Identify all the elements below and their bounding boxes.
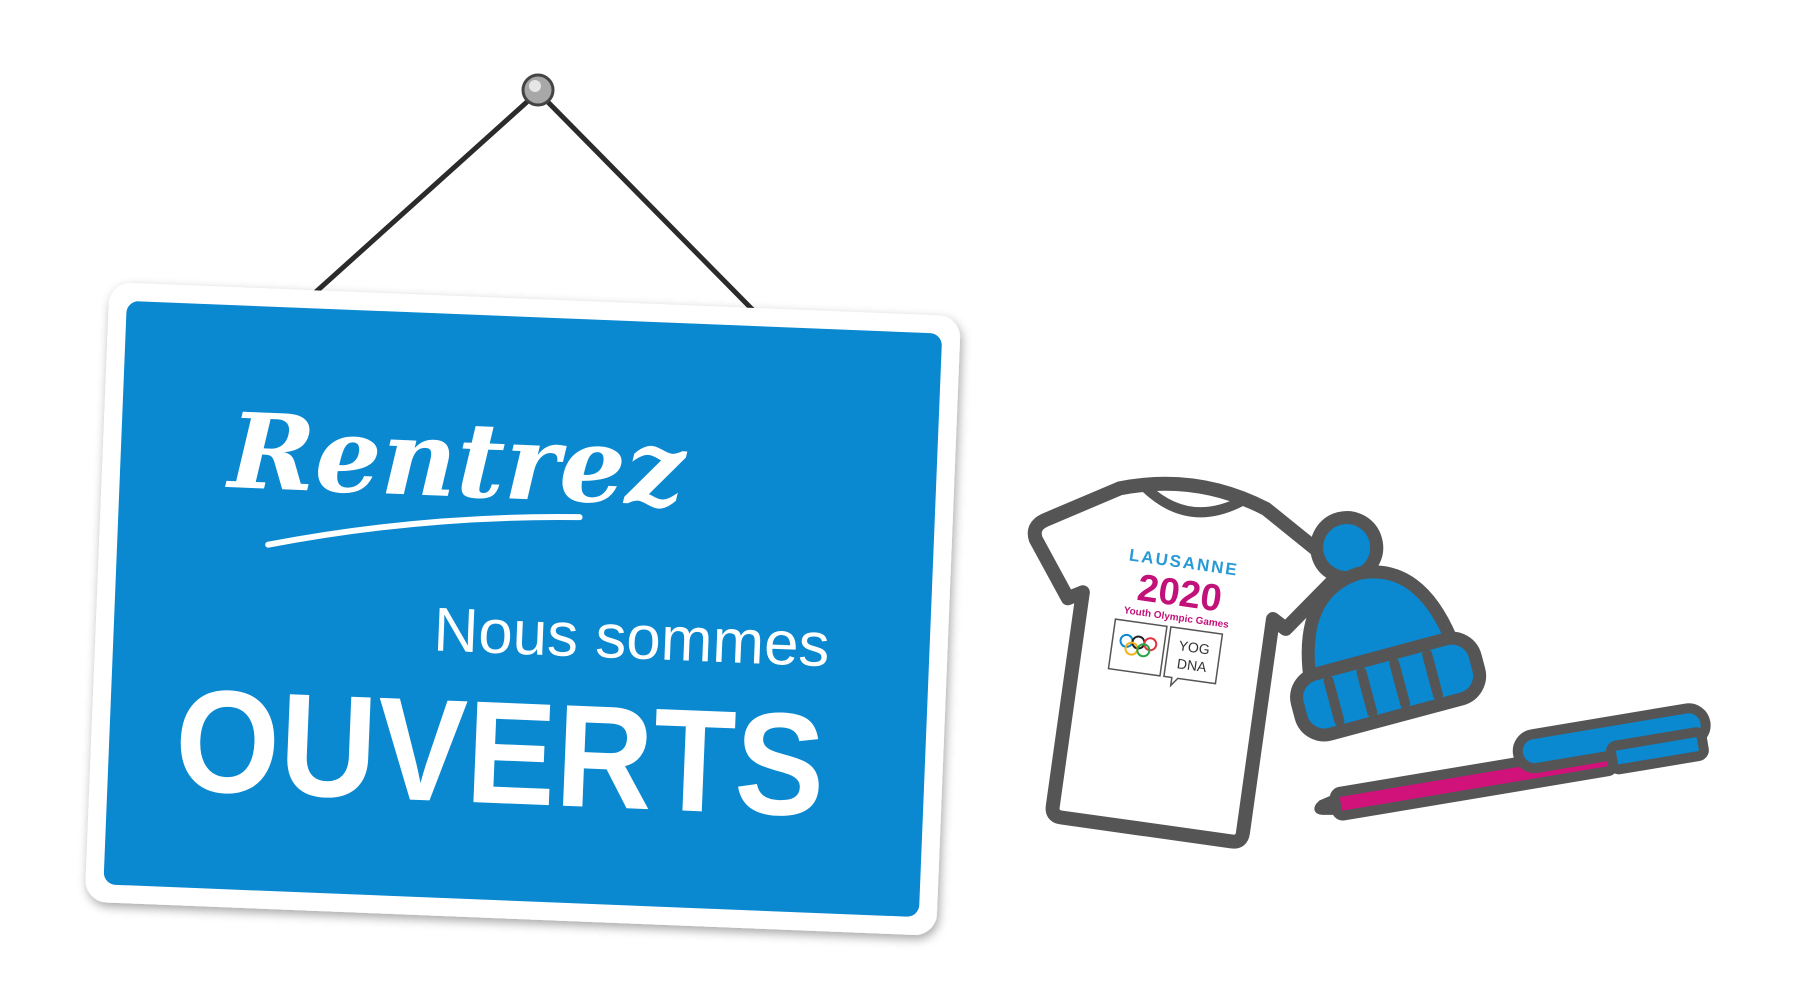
tshirt-icon: LAUSANNE 2020 Youth Olympic Games YOG DN… bbox=[1027, 476, 1343, 849]
scene: Rentrez Nous sommes OUVERTS LAUSANNE 202… bbox=[0, 0, 1800, 1000]
scene-canvas: Rentrez Nous sommes OUVERTS LAUSANNE 202… bbox=[85, 73, 1711, 935]
sign-line3: OUVERTS bbox=[172, 658, 828, 847]
open-sign: Rentrez Nous sommes OUVERTS bbox=[85, 282, 961, 935]
nail-icon bbox=[521, 73, 555, 107]
sign-script-word: Rentrez bbox=[223, 389, 689, 530]
